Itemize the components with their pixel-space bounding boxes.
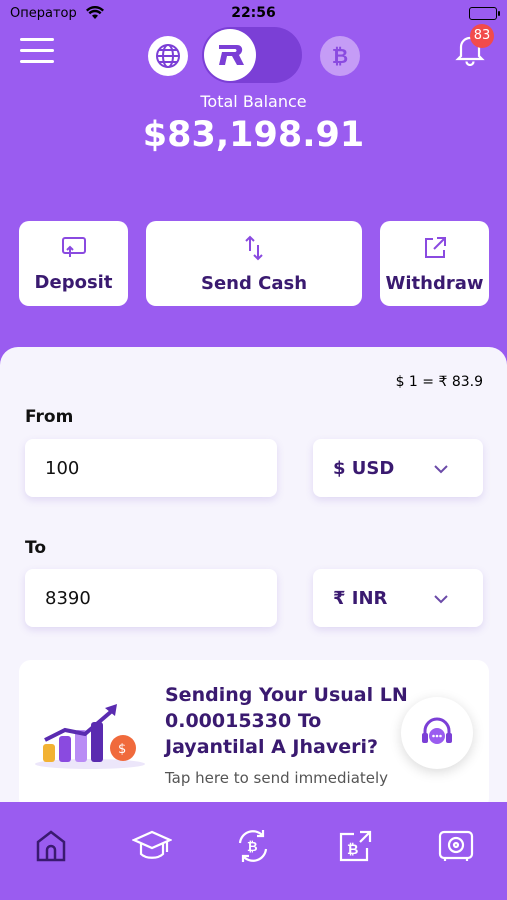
bitcoin-exchange-icon[interactable]: ₿ xyxy=(228,824,278,868)
balance-label: Total Balance xyxy=(200,92,307,111)
clock: 22:56 xyxy=(231,5,276,21)
to-amount-input[interactable] xyxy=(25,569,277,627)
deposit-button[interactable]: Deposit xyxy=(19,221,128,306)
svg-text:$: $ xyxy=(118,742,126,757)
vault-icon[interactable] xyxy=(431,824,481,868)
from-currency-select[interactable]: $ USD xyxy=(313,439,483,497)
chevron-down-icon xyxy=(433,589,449,608)
external-link-icon xyxy=(421,234,449,267)
home-icon[interactable] xyxy=(26,824,76,868)
deposit-icon xyxy=(60,235,88,266)
education-cap-icon[interactable] xyxy=(127,824,177,868)
svg-text:₿: ₿ xyxy=(247,840,258,855)
promo-title: Sending Your Usual LN 0.00015330 To Jaya… xyxy=(165,684,408,758)
deposit-label: Deposit xyxy=(34,271,113,293)
balance-value: $83,198.91 xyxy=(142,115,365,155)
withdraw-label: Withdraw xyxy=(385,272,484,294)
bitcoin-transfer-icon[interactable]: ₿ xyxy=(330,824,380,868)
app-logo-icon[interactable] xyxy=(204,29,256,81)
from-amount-input[interactable] xyxy=(25,439,277,497)
exchange-rate: $ 1 = ₹ 83.9 xyxy=(395,374,483,390)
hamburger-menu-icon[interactable] xyxy=(20,38,54,64)
to-currency-value: ₹ INR xyxy=(333,587,388,609)
from-currency-value: $ USD xyxy=(333,457,395,479)
notification-badge: 83 xyxy=(470,24,494,48)
send-cash-label: Send Cash xyxy=(200,272,308,294)
to-label: To xyxy=(25,538,47,558)
battery-icon xyxy=(469,7,500,20)
bitcoin-icon[interactable]: ₿ xyxy=(320,36,360,76)
chevron-down-icon xyxy=(433,459,449,478)
growth-chart-illustration: $ xyxy=(35,700,150,774)
promo-subtitle: Tap here to send immediately xyxy=(165,769,389,787)
withdraw-button[interactable]: Withdraw xyxy=(380,221,489,306)
bottom-navigation: ₿ ₿ xyxy=(0,802,507,900)
globe-icon[interactable] xyxy=(148,36,188,76)
transfer-arrows-icon xyxy=(241,234,267,267)
svg-text:₿: ₿ xyxy=(347,842,358,858)
support-chat-icon[interactable] xyxy=(401,697,473,769)
to-currency-select[interactable]: ₹ INR xyxy=(313,569,483,627)
send-cash-button[interactable]: Send Cash xyxy=(146,221,362,306)
from-label: From xyxy=(25,407,74,427)
status-bar: Оператор 22:56 xyxy=(0,0,507,28)
